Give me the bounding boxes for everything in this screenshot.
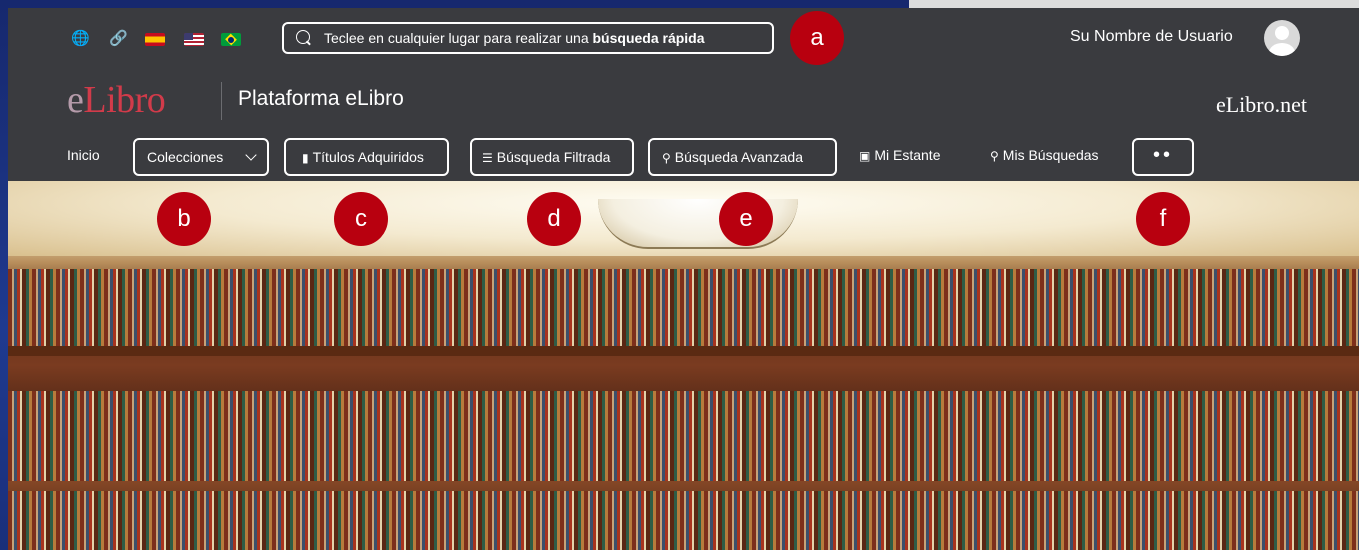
chevron-down-icon bbox=[245, 149, 257, 161]
flag-usa-icon[interactable] bbox=[184, 33, 204, 46]
flag-brazil-icon[interactable] bbox=[221, 33, 241, 46]
nav-estante-label: Mi Estante bbox=[874, 147, 941, 163]
brand-wordmark: eLibro.net bbox=[1215, 92, 1307, 117]
bookshelf-icon: ▣ bbox=[859, 149, 871, 163]
nav-busqueda-avanzada[interactable]: ⚲ Búsqueda Avanzada bbox=[648, 138, 837, 176]
marker-c: c bbox=[334, 192, 388, 246]
quick-search-input[interactable]: Teclee en cualquier lugar para realizar … bbox=[282, 22, 774, 54]
nav-titulos-adquiridos[interactable]: ▮ Títulos Adquiridos bbox=[284, 138, 449, 176]
username[interactable]: Su Nombre de Usuario bbox=[1070, 28, 1233, 46]
balcony-rail bbox=[8, 346, 1359, 356]
search-placeholder-bold: búsqueda rápida bbox=[592, 30, 705, 46]
logo-divider bbox=[221, 82, 222, 120]
nav-inicio[interactable]: Inicio bbox=[67, 138, 100, 176]
marker-b: b bbox=[157, 192, 211, 246]
nav-filtrada-label: Búsqueda Filtrada bbox=[496, 149, 611, 165]
avatar[interactable] bbox=[1264, 20, 1300, 56]
bookshelf-lower bbox=[8, 391, 1359, 481]
nav-mi-estante[interactable]: ▣ Mi Estante bbox=[859, 138, 940, 176]
marker-f: f bbox=[1136, 192, 1190, 246]
nav-more-button[interactable]: •• bbox=[1132, 138, 1194, 176]
nav-mis-busquedas[interactable]: ⚲ Mis Búsquedas bbox=[990, 138, 1099, 176]
nav-titulos-label: Títulos Adquiridos bbox=[312, 149, 424, 165]
search-icon: ⚲ bbox=[990, 149, 999, 163]
elibro-app: 🌐 🔗 Teclee en cualquier lugar para reali… bbox=[8, 8, 1359, 550]
search-icon bbox=[296, 30, 310, 44]
window-edge bbox=[909, 0, 1359, 8]
globe-icon[interactable]: 🌐 bbox=[71, 30, 90, 48]
elibro-logo[interactable]: eLibro bbox=[67, 78, 166, 122]
marker-a: a bbox=[790, 11, 844, 65]
sliders-icon: ☰ bbox=[482, 151, 493, 165]
search-placeholder: Teclee en cualquier lugar para realizar … bbox=[324, 30, 593, 46]
top-bar: 🌐 🔗 Teclee en cualquier lugar para reali… bbox=[8, 8, 1359, 68]
nav-misb-label: Mis Búsquedas bbox=[1002, 147, 1099, 163]
bookshelf-bottom bbox=[8, 491, 1359, 550]
nav-colecciones-label: Colecciones bbox=[147, 149, 224, 165]
book-icon: ▮ bbox=[302, 151, 309, 165]
flag-spain-icon[interactable] bbox=[145, 33, 165, 46]
nav-busqueda-filtrada[interactable]: ☰ Búsqueda Filtrada bbox=[470, 138, 634, 176]
marker-e: e bbox=[719, 192, 773, 246]
platform-title: Plataforma eLibro bbox=[238, 87, 404, 110]
link-icon[interactable]: 🔗 bbox=[109, 30, 128, 48]
nav-colecciones-dropdown[interactable]: Colecciones bbox=[133, 138, 269, 176]
bookshelf-upper bbox=[8, 269, 1359, 349]
nav-avanzada-label: Búsqueda Avanzada bbox=[674, 149, 803, 165]
marker-d: d bbox=[527, 192, 581, 246]
search-icon: ⚲ bbox=[662, 151, 671, 165]
